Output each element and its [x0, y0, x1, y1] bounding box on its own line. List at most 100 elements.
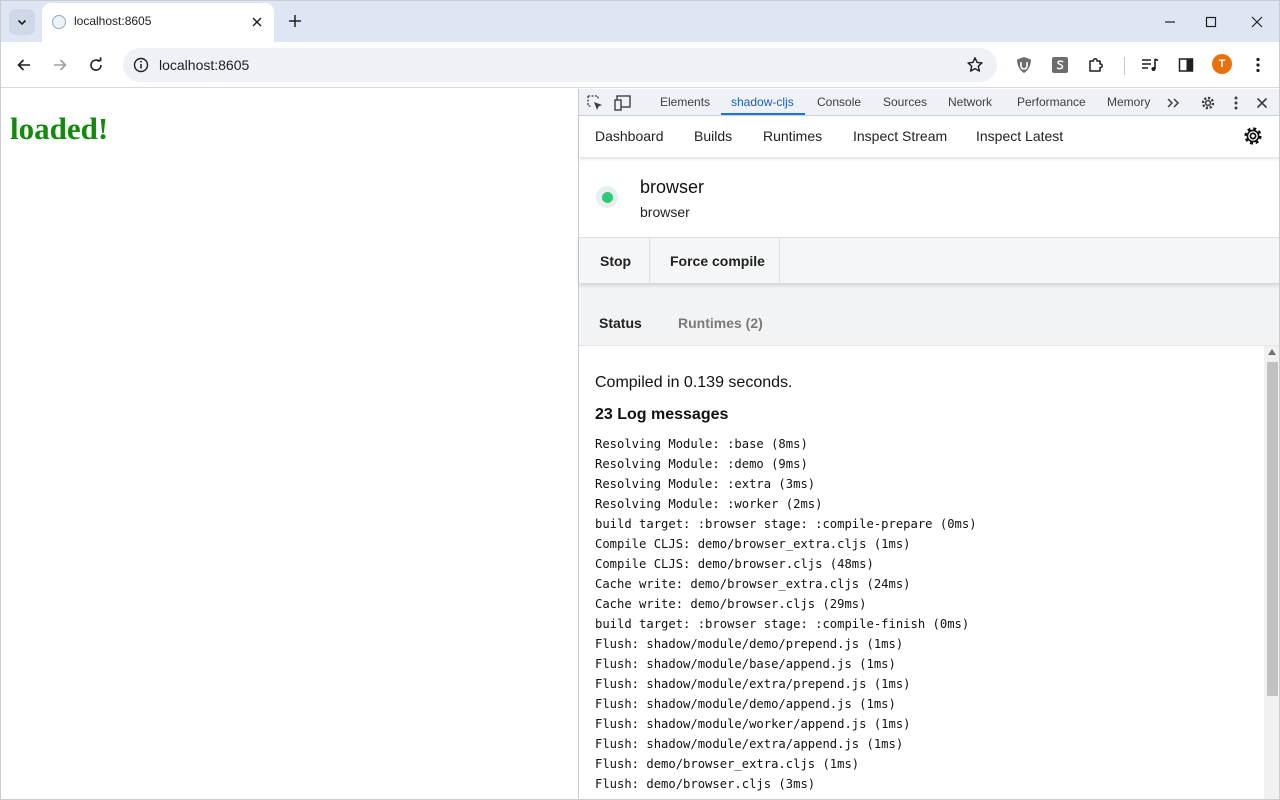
force-compile-button[interactable]: Force compile — [650, 238, 780, 283]
tab-title: localhost:8605 — [74, 14, 152, 28]
log-line: Cache write: demo/browser_extra.cljs (24… — [595, 577, 911, 591]
log-line: Flush: demo/browser_extra.cljs (1ms) — [595, 757, 860, 771]
side-panel-button[interactable] — [1172, 51, 1200, 79]
arrow-left-icon — [17, 59, 30, 71]
devtools-settings-icon[interactable] — [1199, 94, 1217, 112]
tab-runtimes[interactable]: Runtimes (2) — [678, 315, 763, 331]
build-subtabs: Status Runtimes (2) — [579, 283, 1279, 346]
page-heading: loaded! — [10, 111, 109, 146]
arrow-right-icon — [54, 59, 67, 71]
favicon-icon — [52, 15, 66, 29]
nav-runtimes[interactable]: Runtimes — [763, 128, 822, 144]
scroll-up-arrow-icon[interactable] — [1268, 349, 1276, 355]
page-viewport: loaded! — [1, 89, 578, 799]
build-target: browser — [640, 204, 690, 220]
devtools-tab-performance[interactable]: Performance — [1017, 95, 1086, 109]
devtools-tab-sources[interactable]: Sources — [883, 95, 927, 109]
compile-summary: Compiled in 0.139 seconds. — [595, 374, 793, 391]
devtools-close-icon[interactable] — [1253, 94, 1271, 112]
log-line: Cache write: demo/browser.cljs (29ms) — [595, 597, 867, 611]
tab-search-button[interactable] — [9, 9, 35, 35]
browser-window: localhost:8605 localhost:8605 T loaded! … — [0, 0, 1280, 800]
tab-status[interactable]: Status — [599, 315, 642, 331]
tab-strip: localhost:8605 — [1, 1, 1279, 42]
reload-button[interactable] — [82, 51, 110, 79]
new-tab-button[interactable] — [283, 9, 307, 33]
nav-dashboard[interactable]: Dashboard — [595, 128, 664, 144]
media-control-button[interactable] — [1136, 51, 1164, 79]
settings-gear-icon[interactable] — [1242, 125, 1264, 147]
maximize-icon — [1205, 16, 1217, 27]
log-line: Flush: shadow/module/extra/append.js (1m… — [595, 737, 904, 751]
address-bar[interactable]: localhost:8605 — [123, 48, 997, 82]
log-line: build target: :browser stage: :compile-f… — [595, 617, 970, 631]
log-line: Flush: shadow/module/demo/prepend.js (1m… — [595, 637, 904, 651]
devtools-tab-elements[interactable]: Elements — [660, 95, 710, 109]
bookmark-star-icon[interactable] — [965, 55, 985, 75]
browser-toolbar: localhost:8605 T — [1, 42, 1279, 88]
nav-inspect-stream[interactable]: Inspect Stream — [853, 128, 947, 144]
more-tabs-icon[interactable] — [1164, 94, 1182, 112]
side-panel-icon — [1178, 58, 1194, 72]
close-icon — [252, 17, 262, 27]
stop-button[interactable]: Stop — [579, 238, 650, 283]
close-window-button[interactable] — [1234, 1, 1279, 42]
shadow-cljs-nav: Dashboard Builds Runtimes Inspect Stream… — [579, 116, 1279, 157]
log-line: Compile CLJS: demo/browser.cljs (48ms) — [595, 557, 874, 571]
close-icon — [1251, 16, 1263, 27]
log-line: build target: :browser stage: :compile-p… — [595, 517, 977, 531]
devtools-menu-icon[interactable] — [1227, 94, 1245, 112]
build-actions: Stop Force compile — [579, 238, 1279, 283]
log-line: Compile CLJS: demo/browser_extra.cljs (1… — [595, 537, 911, 551]
extensions-button[interactable] — [1082, 51, 1110, 79]
browser-tab[interactable]: localhost:8605 — [42, 3, 274, 42]
devtools-tab-shadow-cljs[interactable]: shadow-cljs — [731, 95, 794, 109]
browser-menu-button[interactable] — [1244, 51, 1272, 79]
log-count-heading: 23 Log messages — [595, 406, 729, 423]
url-text: localhost:8605 — [159, 57, 250, 73]
log-line: Resolving Module: :base (8ms) — [595, 437, 808, 451]
maximize-button[interactable] — [1188, 1, 1234, 42]
s-extension-button[interactable] — [1046, 51, 1074, 79]
reload-icon — [90, 57, 102, 71]
active-tab-indicator — [721, 113, 805, 115]
build-status-indicator — [596, 186, 618, 208]
back-button[interactable] — [10, 51, 38, 79]
log-scrollbar[interactable] — [1264, 346, 1279, 799]
music-queue-icon — [1142, 58, 1159, 71]
minimize-button[interactable] — [1147, 1, 1193, 42]
devtools-tabbar: Elements shadow-cljs Console Sources Net… — [579, 89, 1279, 116]
build-name: browser — [640, 177, 705, 197]
scroll-thumb[interactable] — [1267, 362, 1278, 696]
log-line: Flush: demo/browser.cljs (3ms) — [595, 777, 816, 791]
log-line: Flush: shadow/module/worker/append.js (1… — [595, 717, 911, 731]
devtools-tab-memory[interactable]: Memory — [1107, 95, 1150, 109]
nav-inspect-latest[interactable]: Inspect Latest — [976, 128, 1063, 144]
toolbar-divider — [1124, 57, 1125, 75]
more-vertical-icon — [1256, 57, 1260, 73]
inspect-element-icon[interactable] — [586, 94, 604, 112]
tab-close-button[interactable] — [248, 13, 266, 31]
log-line: Resolving Module: :demo (9ms) — [595, 457, 808, 471]
forward-button[interactable] — [46, 51, 74, 79]
devtools-tab-console[interactable]: Console — [817, 95, 861, 109]
build-header: browser browser — [579, 157, 1279, 238]
log-line: Flush: shadow/module/extra/prepend.js (1… — [595, 677, 911, 691]
log-line: Flush: shadow/module/base/append.js (1ms… — [595, 657, 896, 671]
devtools-panel: Elements shadow-cljs Console Sources Net… — [578, 89, 1279, 799]
minimize-icon — [1165, 20, 1175, 23]
chevron-down-icon — [17, 19, 27, 26]
profile-avatar[interactable]: T — [1212, 54, 1232, 74]
puzzle-icon — [1089, 58, 1103, 72]
plus-icon — [289, 15, 301, 27]
s-extension-icon — [1052, 57, 1068, 73]
site-info-icon[interactable] — [132, 56, 150, 74]
ublock-extension-button[interactable] — [1010, 51, 1038, 79]
nav-builds[interactable]: Builds — [694, 128, 732, 144]
device-toolbar-icon[interactable] — [614, 94, 632, 112]
log-line: Flush: shadow/module/demo/append.js (1ms… — [595, 697, 896, 711]
devtools-tab-network[interactable]: Network — [948, 95, 992, 109]
log-line: Resolving Module: :worker (2ms) — [595, 497, 823, 511]
log-list: Resolving Module: :base (8ms) Resolving M… — [595, 434, 977, 794]
shield-icon — [1017, 57, 1031, 73]
